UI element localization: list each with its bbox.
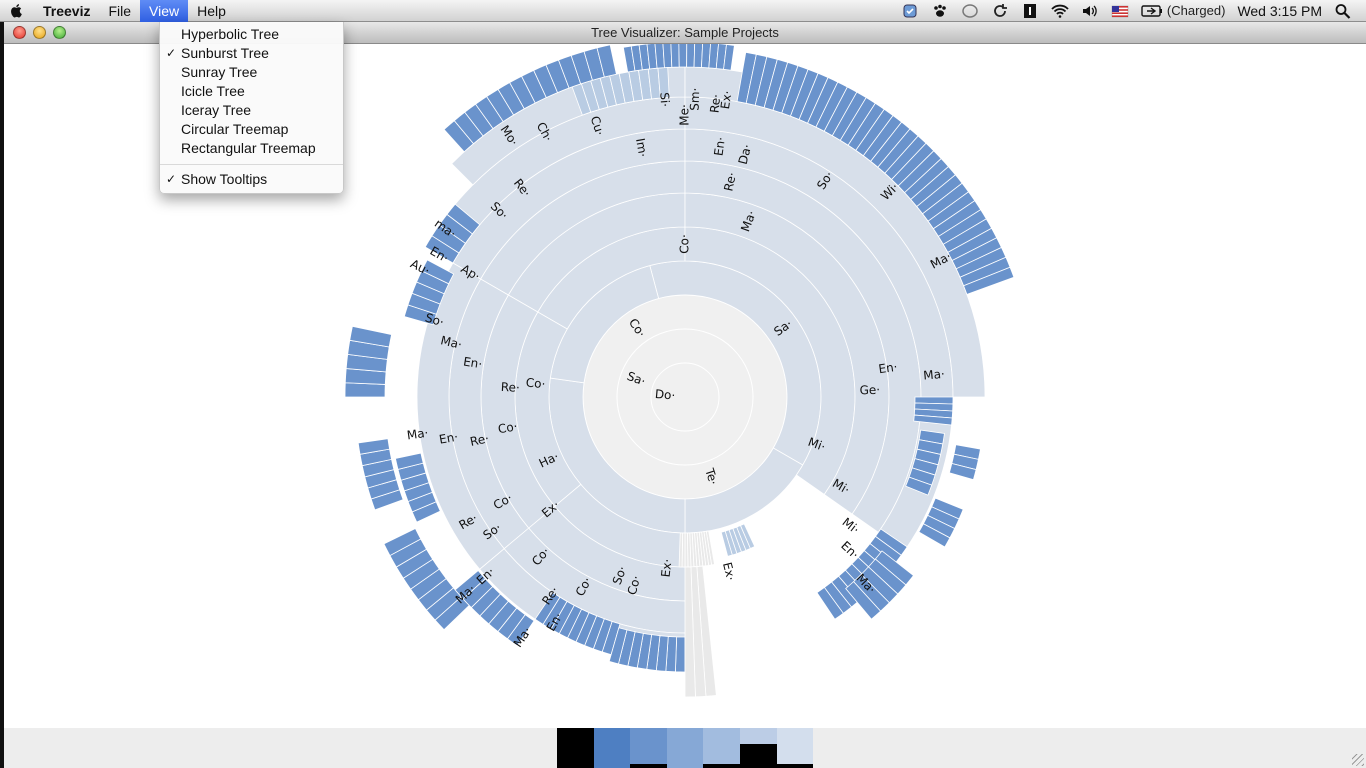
sunburst-leaf[interactable]: [662, 44, 673, 69]
app-name-menu[interactable]: Treeviz: [34, 0, 99, 22]
window-zoom-button[interactable]: [53, 26, 66, 39]
sunburst-leaf[interactable]: [344, 382, 386, 398]
palette-swatch: [630, 728, 667, 768]
palette-swatch-shade: [630, 764, 667, 768]
sunburst-node-label: Co·: [678, 234, 692, 254]
apple-menu[interactable]: [0, 0, 34, 22]
sunburst-node-label: Ma·: [923, 367, 946, 383]
clock[interactable]: Wed 3:15 PM: [1231, 3, 1328, 19]
color-palette: [557, 728, 814, 768]
spotlight-icon[interactable]: [1328, 3, 1366, 19]
palette-swatch: [593, 728, 631, 768]
menu-item-iceray-tree[interactable]: Iceray Tree: [160, 101, 343, 120]
menu-item-circular-treemap[interactable]: Circular Treemap: [160, 120, 343, 139]
palette-swatch: [557, 728, 594, 768]
menu-item-icicle-tree[interactable]: Icicle Tree: [160, 82, 343, 101]
window-title: Tree Visualizer: Sample Projects: [591, 25, 779, 40]
paw-icon[interactable]: [925, 3, 955, 19]
sunburst-leaf[interactable]: [686, 44, 696, 68]
window-close-button[interactable]: [13, 26, 26, 39]
palette-swatch: [666, 728, 704, 768]
view-menu-title[interactable]: View: [140, 0, 189, 22]
sunburst-node-label: En·: [878, 360, 899, 377]
menu-separator: [160, 164, 343, 165]
sunburst-node-label: Co·: [525, 376, 546, 392]
palette-swatch: [739, 728, 777, 768]
sunburst-leaf[interactable]: [674, 636, 686, 673]
palette-swatch-shade: [703, 764, 740, 768]
palette-swatch-shade: [776, 764, 814, 768]
window-minimize-button[interactable]: [33, 26, 46, 39]
menu-item-rectangular-treemap[interactable]: Rectangular Treemap: [160, 139, 343, 158]
time-machine-icon[interactable]: [985, 3, 1015, 19]
status-area: (Charged) Wed 3:15 PM: [895, 0, 1366, 22]
battery-status: (Charged): [1166, 3, 1226, 18]
sunburst-node-label: En·: [711, 136, 728, 157]
one-password-icon[interactable]: [1015, 3, 1045, 19]
file-menu[interactable]: File: [99, 0, 140, 22]
wifi-icon[interactable]: [1045, 3, 1075, 19]
battery-icon[interactable]: (Charged): [1135, 3, 1232, 19]
sunburst-node-label: Re·: [500, 380, 520, 395]
menu-item-hyperbolic-tree[interactable]: Hyperbolic Tree: [160, 25, 343, 44]
volume-icon[interactable]: [1075, 3, 1105, 19]
sunburst-node-label: En·: [462, 354, 483, 371]
sunburst-node-label: Si·: [657, 92, 672, 108]
checkmark-icon: ✓: [166, 46, 177, 60]
palette-swatch: [776, 728, 814, 768]
us-flag-icon[interactable]: [1105, 3, 1135, 19]
sunburst-node-label: Do·: [654, 387, 676, 403]
sunburst-leaf[interactable]: [670, 44, 680, 68]
bubble-icon[interactable]: [955, 3, 985, 19]
sync-status-icon[interactable]: [895, 3, 925, 19]
help-menu[interactable]: Help: [188, 0, 235, 22]
view-dropdown-menu: Hyperbolic Tree ✓ Sunburst Tree Sunray Tr…: [159, 22, 344, 194]
sunburst-node-label: Ge·: [859, 383, 880, 398]
color-legend-bar: [4, 728, 1366, 768]
sunburst-node-label: Ma·: [406, 426, 429, 443]
palette-swatch-shade: [557, 728, 594, 768]
sunburst-leaf[interactable]: [678, 44, 688, 68]
sunburst-node-label: Ex·: [659, 558, 675, 578]
menu-bar: Treeviz File View Help (Charged) Wed 3:1…: [0, 0, 1366, 22]
apple-icon: [11, 4, 22, 18]
sunburst-leaf[interactable]: [684, 532, 689, 568]
checkmark-icon: ✓: [166, 172, 177, 186]
palette-swatch-shade: [739, 744, 777, 768]
sunburst-node-label: Ex·: [718, 90, 734, 110]
menu-item-sunray-tree[interactable]: Sunray Tree: [160, 63, 343, 82]
menu-item-sunburst-tree[interactable]: ✓ Sunburst Tree: [160, 44, 343, 63]
menu-item-show-tooltips[interactable]: ✓ Show Tooltips: [160, 170, 343, 189]
palette-swatch: [703, 728, 740, 768]
resize-grip[interactable]: [1352, 754, 1364, 766]
sunburst-node-label: Ex·: [720, 561, 738, 582]
sunburst-node-label: Sm·: [688, 87, 703, 111]
